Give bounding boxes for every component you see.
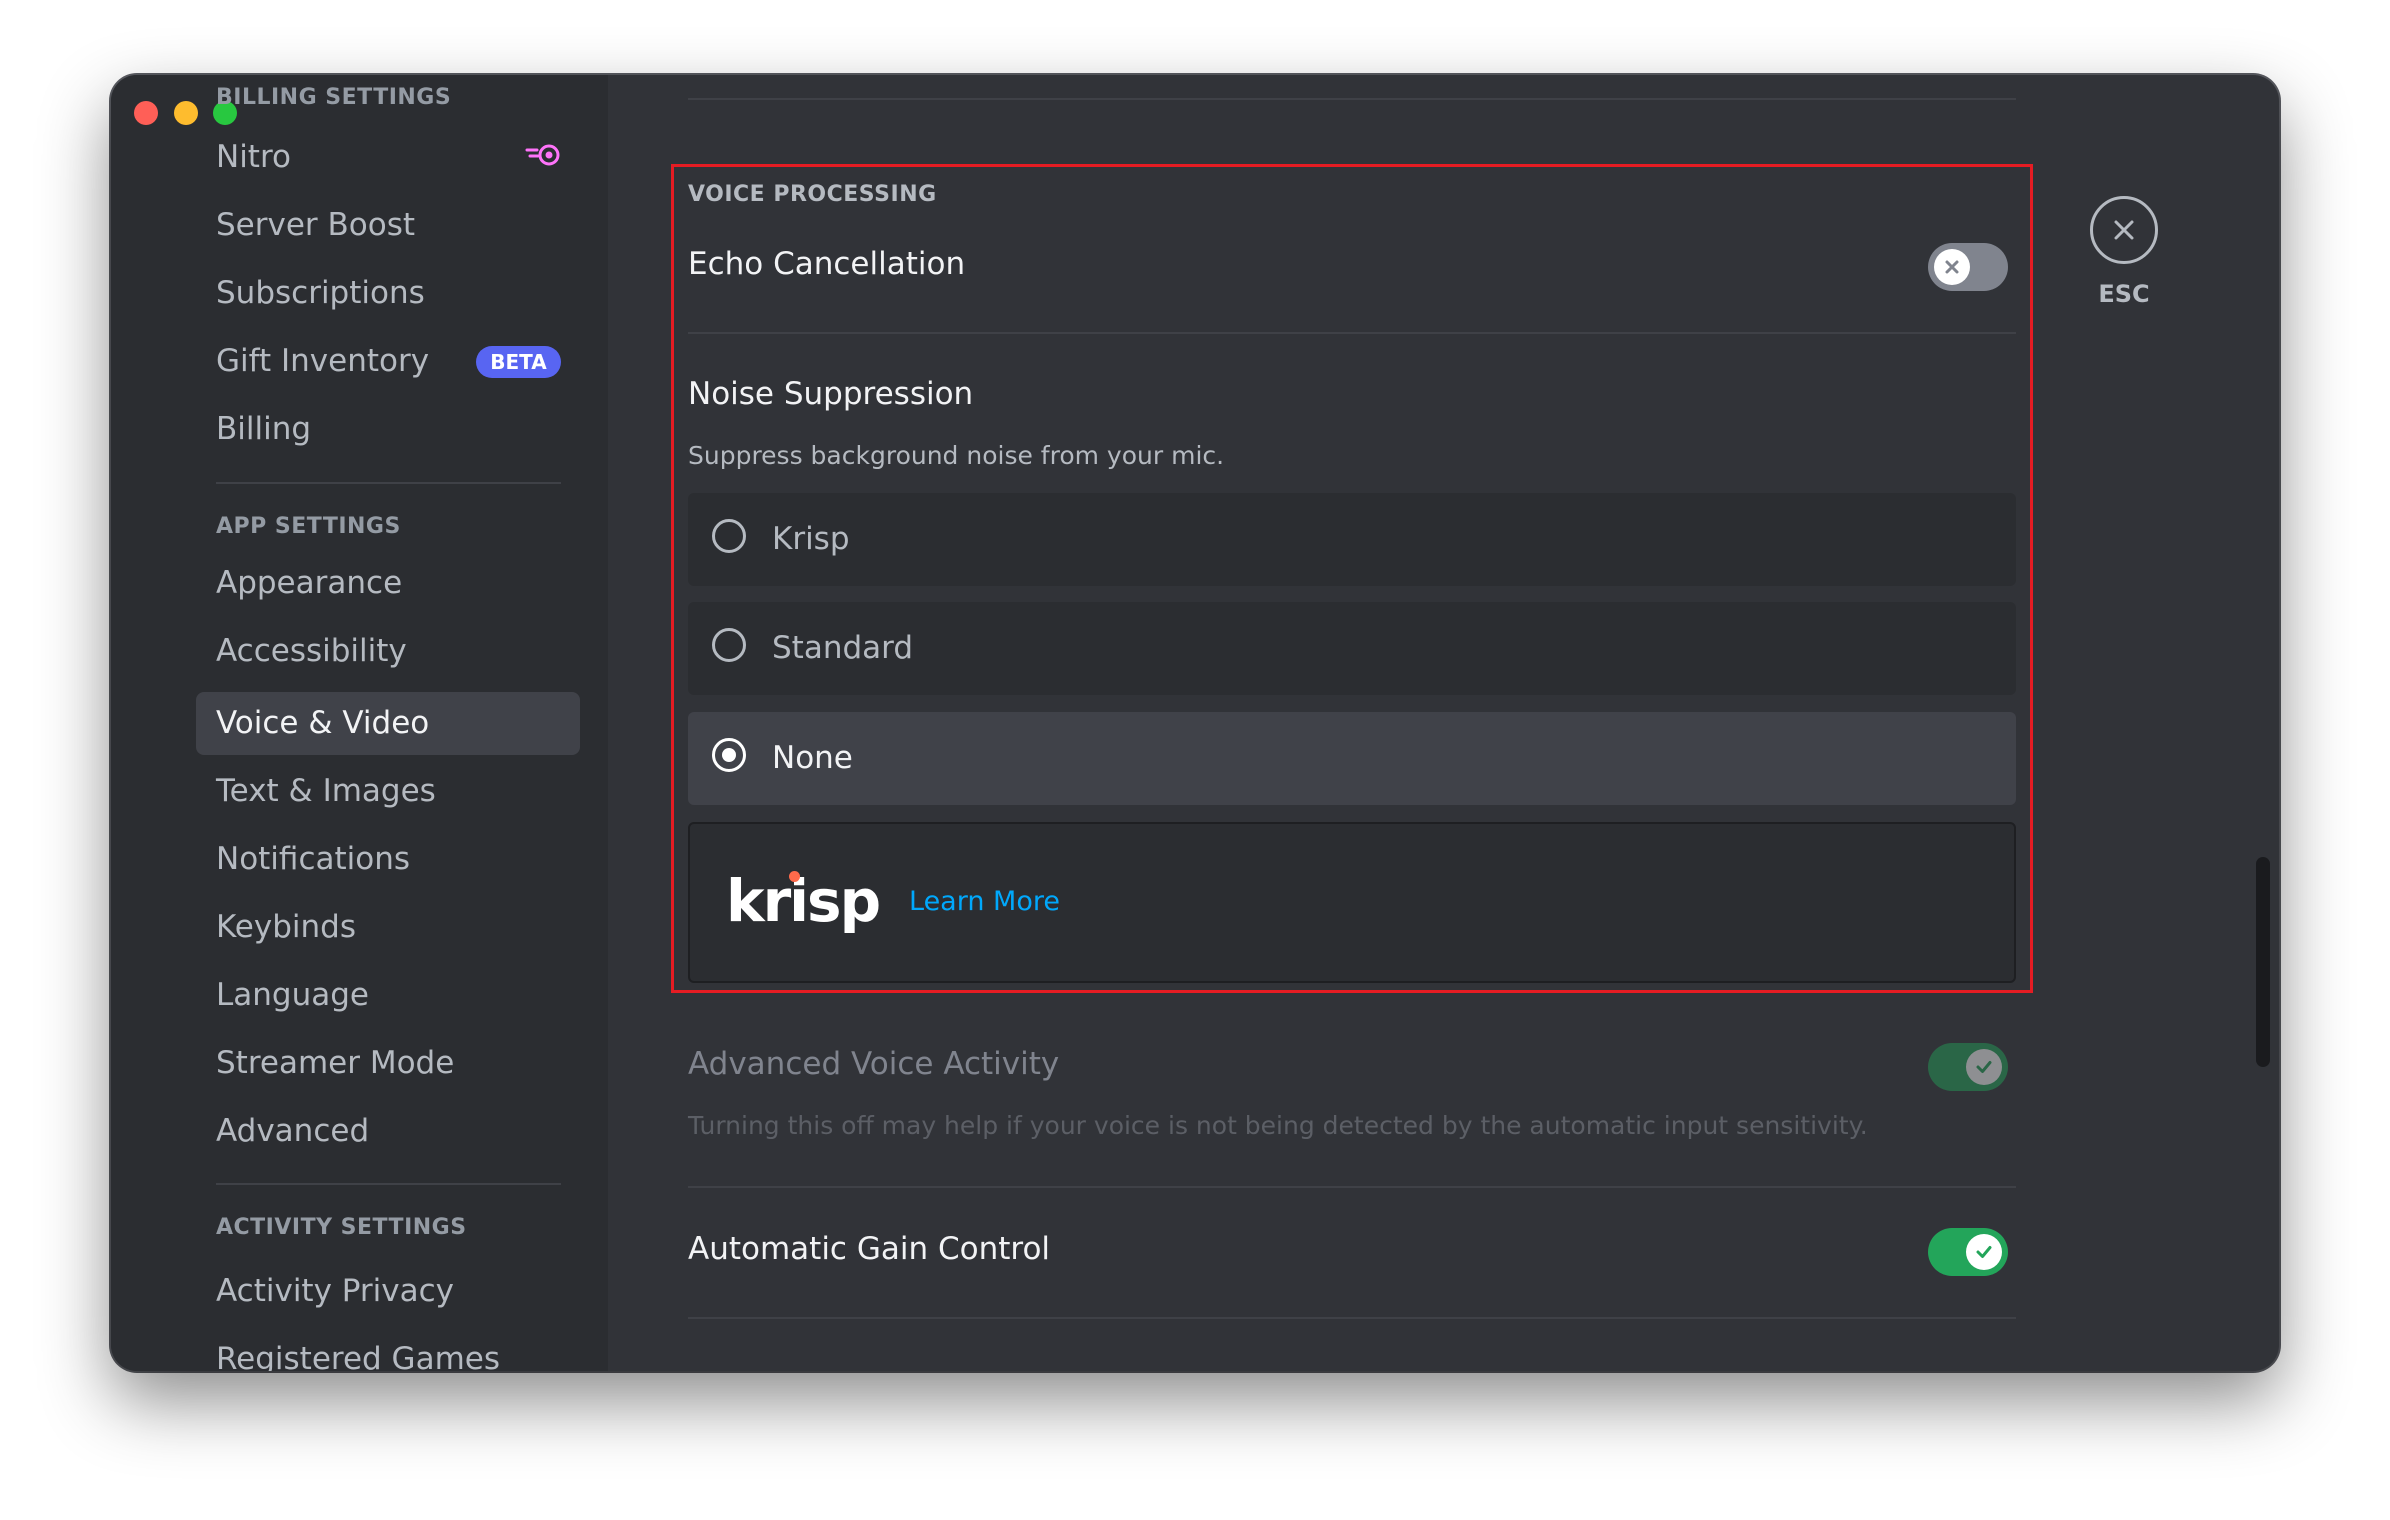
sidebar-item-language[interactable]: Language <box>216 975 369 1015</box>
noise-suppression-label: Noise Suppression <box>688 376 974 412</box>
sidebar-item-advanced[interactable]: Advanced <box>216 1111 369 1151</box>
close-icon <box>1934 249 1970 285</box>
close-icon <box>2114 220 2134 240</box>
noise-suppression-description: Suppress background noise from your mic. <box>688 441 1225 470</box>
echo-cancellation-label: Echo Cancellation <box>688 246 966 282</box>
check-icon <box>1966 1234 2002 1270</box>
automatic-gain-control-label: Automatic Gain Control <box>688 1231 1051 1267</box>
echo-cancellation-toggle[interactable] <box>1928 243 2008 291</box>
radio-button[interactable] <box>712 519 746 553</box>
sidebar-item-appearance[interactable]: Appearance <box>216 563 402 603</box>
voice-processing-title: VOICE PROCESSING <box>688 182 937 207</box>
check-icon <box>1966 1049 2002 1085</box>
billing-settings-header: BILLING SETTINGS <box>216 85 452 110</box>
automatic-gain-control-toggle[interactable] <box>1928 1228 2008 1276</box>
radio-button[interactable] <box>712 628 746 662</box>
radio-button-selected[interactable] <box>712 738 746 772</box>
advanced-voice-activity-label: Advanced Voice Activity <box>688 1046 1060 1082</box>
sidebar-item-registered-games[interactable]: Registered Games <box>216 1339 500 1371</box>
sidebar-item-subscriptions[interactable]: Subscriptions <box>216 273 425 313</box>
radio-option-krisp[interactable]: Krisp <box>688 493 2016 586</box>
close-settings-button[interactable] <box>2090 196 2158 264</box>
sidebar-item-accessibility[interactable]: Accessibility <box>216 631 407 671</box>
app-settings-header: APP SETTINGS <box>216 514 401 539</box>
row-divider <box>688 332 2016 334</box>
scrollbar-thumb[interactable] <box>2256 857 2270 1067</box>
settings-sidebar: BILLING SETTINGS Nitro Server Boost Subs… <box>111 75 608 1371</box>
sidebar-item-keybinds[interactable]: Keybinds <box>216 907 356 947</box>
close-window-button[interactable] <box>134 101 158 125</box>
minimize-window-button[interactable] <box>174 101 198 125</box>
radio-option-standard[interactable]: Standard <box>688 602 2016 695</box>
sidebar-item-text-images[interactable]: Text & Images <box>216 771 436 811</box>
krisp-logo-dot <box>789 871 800 882</box>
sidebar-item-streamer-mode[interactable]: Streamer Mode <box>216 1043 454 1083</box>
radio-option-none[interactable]: None <box>688 712 2016 805</box>
sidebar-item-server-boost[interactable]: Server Boost <box>216 205 415 245</box>
radio-dot <box>722 748 736 762</box>
settings-window: BILLING SETTINGS Nitro Server Boost Subs… <box>111 75 2279 1371</box>
radio-label-none: None <box>772 740 853 776</box>
sidebar-divider <box>216 482 561 484</box>
esc-label: ESC <box>2098 280 2150 308</box>
learn-more-link[interactable]: Learn More <box>909 886 1060 917</box>
beta-badge: BETA <box>476 346 561 378</box>
nitro-icon <box>525 144 560 166</box>
advanced-voice-activity-toggle[interactable] <box>1928 1043 2008 1091</box>
sidebar-item-voice-video-label: Voice & Video <box>216 705 430 741</box>
krisp-promo-card: krisp Learn More <box>688 822 2016 983</box>
sidebar-item-billing[interactable]: Billing <box>216 409 311 449</box>
krisp-logo: krisp <box>726 867 881 935</box>
row-divider <box>688 1186 2016 1188</box>
radio-label-standard: Standard <box>772 630 914 666</box>
sidebar-item-notifications[interactable]: Notifications <box>216 839 410 879</box>
activity-settings-header: ACTIVITY SETTINGS <box>216 1215 467 1240</box>
sidebar-item-nitro[interactable]: Nitro <box>216 137 291 177</box>
section-divider <box>688 98 2016 100</box>
advanced-voice-activity-description: Turning this off may help if your voice … <box>688 1111 1868 1140</box>
sidebar-item-gift-inventory[interactable]: Gift Inventory <box>216 341 429 381</box>
row-divider <box>688 1317 2016 1319</box>
sidebar-item-activity-privacy[interactable]: Activity Privacy <box>216 1271 454 1311</box>
radio-label-krisp: Krisp <box>772 521 850 557</box>
sidebar-divider <box>216 1183 561 1185</box>
